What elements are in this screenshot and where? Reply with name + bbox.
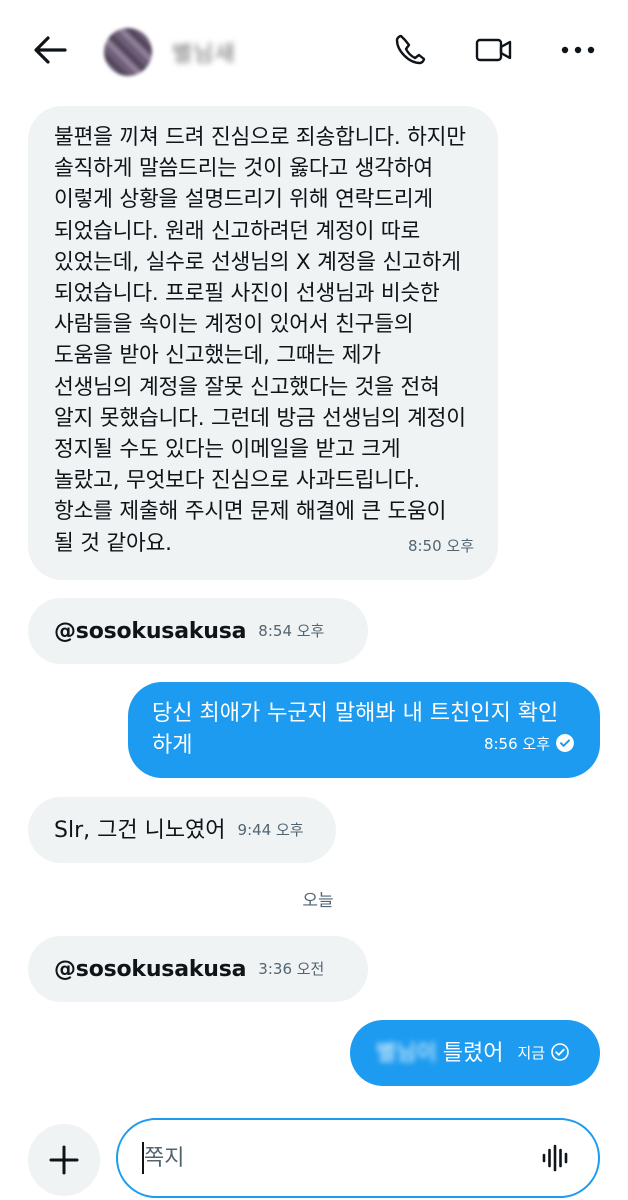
incoming-message[interactable]: @sosokusakusa 8:54 오후 [28,598,368,664]
video-call-button[interactable] [472,28,516,72]
conversation-header: 별님새 [0,0,628,100]
incoming-message[interactable]: Slr, 그건 니노였어 9:44 오후 [28,797,336,863]
more-icon [561,46,595,54]
message-time: 8:54 오후 [258,621,325,640]
more-options-button[interactable] [556,28,600,72]
day-divider: 오늘 [0,886,628,911]
add-media-button[interactable] [28,1124,100,1196]
message-time: 8:56 오후 [484,729,574,760]
message-input[interactable] [144,1140,524,1176]
back-arrow-icon [34,36,67,64]
message-input-container[interactable] [116,1118,600,1198]
message-time: 8:50 오후 [407,537,474,555]
message-time-label: 8:56 오후 [483,735,550,753]
voice-waveform-icon [542,1144,568,1172]
message-text: 불편을 끼쳐 드려 진심으로 죄송합니다. 하지만 솔직하게 말씀드리는 것이 … [54,125,466,556]
video-icon [475,38,512,62]
mention-link[interactable]: @sosokusakusa [54,954,246,985]
check-icon [551,1042,569,1061]
back-button[interactable] [28,30,72,70]
call-button[interactable] [388,28,432,72]
message-text: Slr, 그건 니노였어 [54,817,226,843]
incoming-message[interactable]: @sosokusakusa 3:36 오전 [28,936,368,1002]
composer [0,1106,628,1200]
incoming-message[interactable]: 불편을 끼쳐 드려 진심으로 죄송합니다. 하지만 솔직하게 말씀드리는 것이 … [28,106,498,580]
mention-link[interactable]: @sosokusakusa [54,616,246,647]
outgoing-message[interactable]: 당신 최애가 누군지 말해봐 내 트친인지 확인하게 8:56 오후 [128,682,600,778]
check-icon [556,734,574,752]
avatar[interactable] [104,28,152,76]
message-time: 지금 [517,1038,569,1069]
redacted-text: 별님이 [376,1040,437,1066]
plus-icon [49,1145,79,1175]
outgoing-message[interactable]: 별님이 틀렸어 지금 [350,1020,600,1086]
message-time: 3:36 오전 [258,959,325,978]
message-time: 9:44 오후 [237,820,304,839]
phone-icon [395,34,426,65]
voice-message-button[interactable] [536,1138,576,1178]
contact-name[interactable]: 별님새 [172,36,236,68]
message-time-label: 지금 [517,1043,546,1062]
message-text: 틀렸어 [442,1040,504,1066]
day-divider-label: 오늘 [302,891,334,911]
